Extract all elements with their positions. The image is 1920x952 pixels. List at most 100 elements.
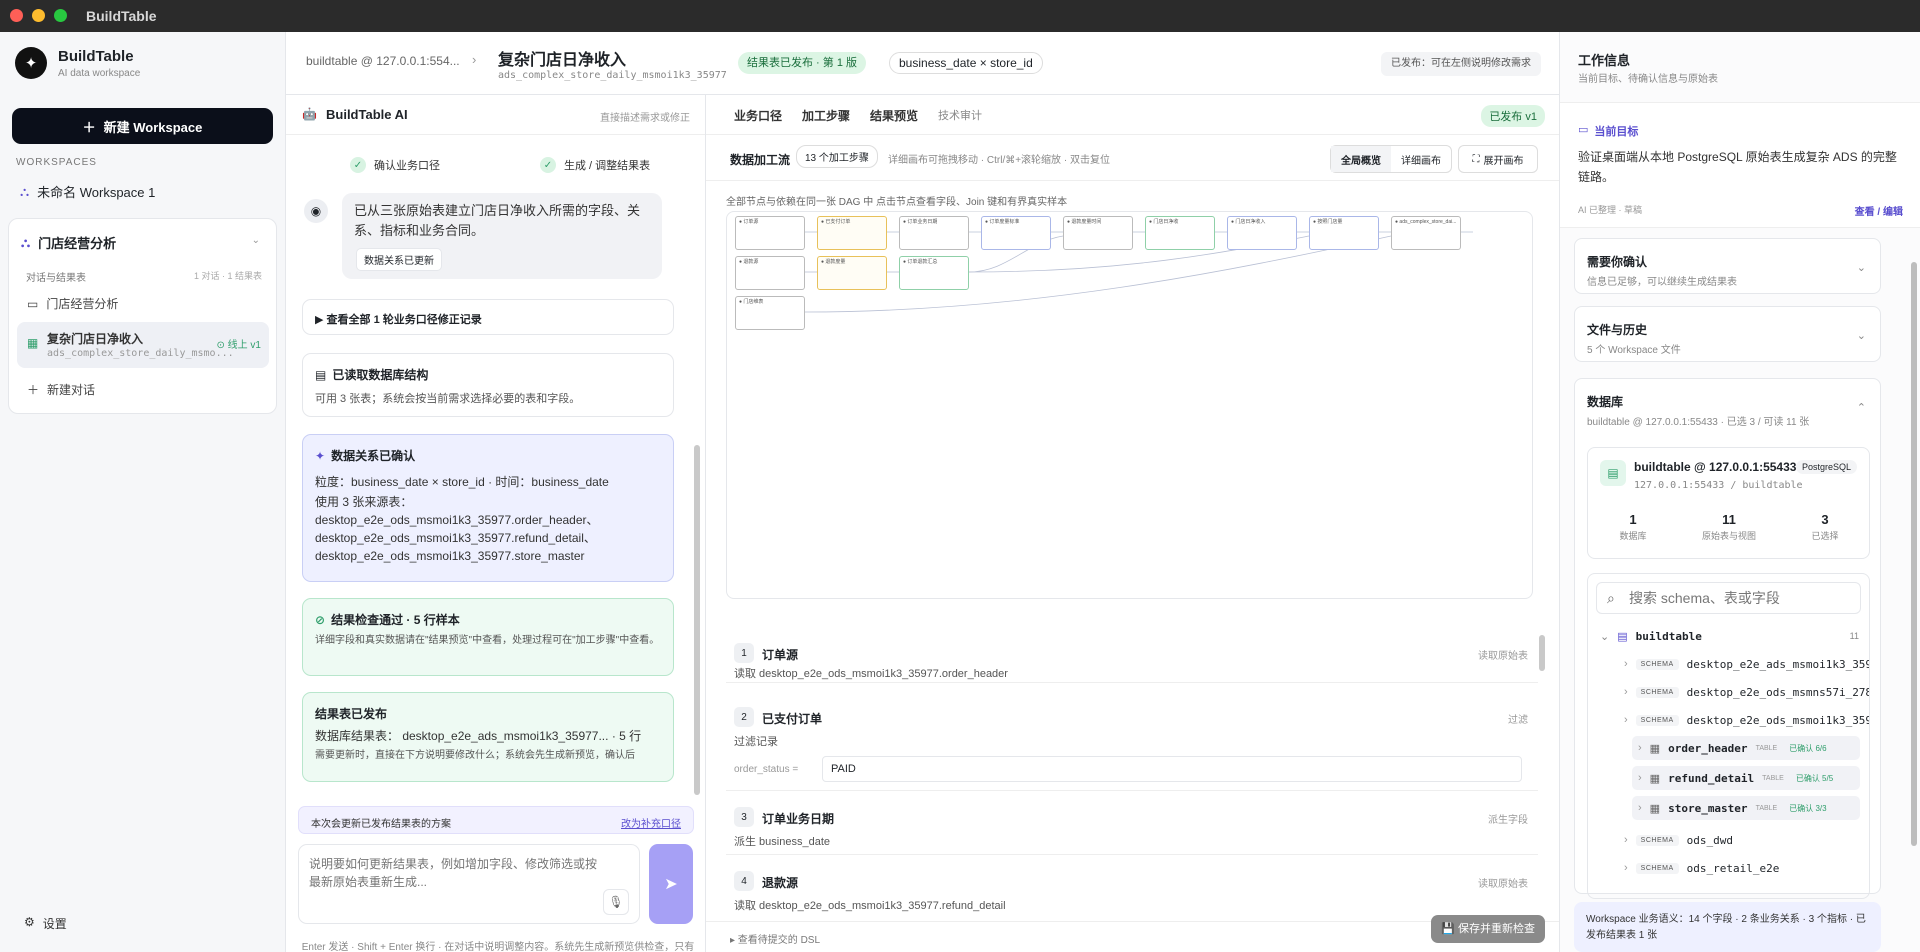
goal-status: AI 已整理 · 草稿 — [1578, 205, 1643, 215]
flow-title: 数据加工流 — [730, 153, 791, 167]
goal-section: ▭ 当前目标 验证桌面端从本地 PostgreSQL 原始表生成复杂 ADS 的完… — [1560, 102, 1920, 228]
step-row[interactable]: 1 订单源 读取原始表 读取 desktop_e2e_ods_msmoi1k3_… — [726, 635, 1538, 683]
chat-input[interactable] — [309, 855, 599, 895]
close-window-button[interactable] — [10, 9, 23, 22]
workspace-card-active: ⛬ 门店经营分析 ⌄ 对话与结果表 1 对话 · 1 结果表 ▭ 门店经营分析 ▦ … — [8, 218, 277, 414]
tab-preview[interactable]: 结果预览 — [870, 107, 918, 124]
brand-logo-icon: ✦ — [15, 47, 47, 79]
accordion-confirm[interactable]: 需要你确认 信息已足够，可以继续生成结果表 ⌄ — [1574, 238, 1881, 294]
tree-table[interactable]: › ▦ store_master TABLE 已确认 3/3 — [1632, 796, 1860, 820]
workspace-item-active[interactable]: ⛬ 门店经营分析 — [21, 233, 116, 252]
publish-notice: 已发布：可在左侧说明修改需求 — [1381, 52, 1541, 76]
step-row[interactable]: 2 已支付订单 过滤 过滤记录 order_status = PAID — [726, 699, 1538, 791]
workspace-icon: ⛬ — [20, 183, 30, 199]
flow-desc: 详细画布可拖拽移动 · Ctrl/⌘+滚轮缩放 · 双击复位 — [888, 155, 1110, 166]
dag-node[interactable]: ● 门店日净收入 — [1227, 216, 1297, 250]
edit-goal-link[interactable]: 查看 / 编辑 — [1855, 203, 1903, 218]
dag-node[interactable]: ● 按照门店量 — [1309, 216, 1379, 250]
tab-steps[interactable]: 加工步骤 — [802, 107, 850, 124]
chat-scrollbar[interactable] — [694, 445, 700, 795]
table-icon: ▦ — [27, 336, 39, 350]
info-subtitle: 当前目标、待确认信息与原始表 — [1578, 74, 1718, 85]
step-row[interactable]: 4 退款源 读取原始表 读取 desktop_e2e_ods_msmoi1k3_… — [726, 863, 1538, 919]
steps-scrollbar[interactable] — [1539, 635, 1545, 671]
dag-node[interactable]: ● 退款度量时间 — [1063, 216, 1133, 250]
view-toggle: 全局概览 详细画布 — [1330, 145, 1452, 173]
minimize-window-button[interactable] — [32, 9, 45, 22]
step-generate: ✓ 生成 / 调整结果表 — [540, 157, 650, 173]
result-table-name: 复杂门店日净收入 — [47, 332, 144, 346]
microphone-icon[interactable]: 🎙 — [603, 889, 629, 915]
dag-node[interactable]: ● 已支付订单 — [817, 216, 887, 250]
page-title: 复杂门店日净收入 — [498, 52, 627, 69]
expand-canvas-button[interactable]: ⛶ 展开画布 — [1458, 145, 1538, 173]
switch-mode-link[interactable]: 改为补充口径 — [621, 815, 681, 830]
tab-bar: 业务口径 加工步骤 结果预览 技术审计 已发布 v1 — [706, 95, 1559, 135]
schema-search-input[interactable]: ⌕ 搜索 schema、表或字段 — [1596, 582, 1861, 614]
dag-node[interactable]: ● 门店维表 — [735, 296, 805, 330]
filter-value-field[interactable]: PAID — [822, 756, 1522, 782]
flow-header: 数据加工流 13 个加工步骤 详细画布可拖拽移动 · Ctrl/⌘+滚轮缩放 ·… — [706, 135, 1559, 181]
new-conversation-button[interactable]: ＋新建对话 — [27, 381, 95, 398]
page-header: buildtable @ 127.0.0.1:554... › 复杂门店日净收入… — [286, 32, 1559, 95]
dag-node[interactable]: ● 订单退款汇总 — [899, 256, 969, 290]
online-badge: ⊙ 线上 v1 — [216, 340, 261, 351]
chevron-down-icon: ⌄ — [1856, 262, 1866, 274]
database-icon: ▤ — [1600, 460, 1626, 486]
chat-panel: 🤖 BuildTable AI 直接描述需求或修正 ✓ 确认业务口径 ✓ 生成 / … — [286, 95, 706, 952]
tree-table[interactable]: › ▦ order_header TABLE 已确认 6/6 — [1632, 736, 1860, 760]
brand-name: BuildTable — [58, 48, 134, 65]
dag-node[interactable]: ● 门店日净收 — [1145, 216, 1215, 250]
tree-schema[interactable]: ›SCHEMAdesktop_e2e_ods_msmoi1k3_359... — [1588, 708, 1869, 732]
tab-audit[interactable]: 技术审计 — [938, 107, 982, 123]
workspace-item-unnamed[interactable]: ⛬ 未命名 Workspace 1 — [20, 182, 155, 201]
database-icon: ▤ — [315, 367, 327, 382]
dag-node[interactable]: ● ads_complex_store_dai... — [1391, 216, 1461, 250]
tab-business[interactable]: 业务口径 — [734, 107, 782, 124]
expand-icon: ⛶ — [1472, 153, 1480, 165]
info-panel: 工作信息 当前目标、待确认信息与原始表 ▭ 当前目标 验证桌面端从本地 Postg… — [1559, 32, 1920, 952]
send-icon: ➤ — [664, 876, 678, 893]
chat-icon: ▭ — [1578, 124, 1589, 136]
database-icon: ▤ — [1617, 630, 1628, 643]
step-row[interactable]: 3 订单业务日期 派生字段 派生 business_date — [726, 799, 1538, 855]
tree-schema[interactable]: ›SCHEMAdesktop_e2e_ads_msmoi1k3_359... — [1588, 652, 1869, 676]
chevron-up-icon[interactable]: ⌃ — [1857, 401, 1866, 414]
chevron-down-icon[interactable]: ⌄ — [252, 235, 260, 246]
status-badge: 结果表已发布 · 第 1 版 — [738, 52, 867, 74]
tree-schema[interactable]: › SCHEMA ods_dwd — [1588, 828, 1869, 852]
tree-schema[interactable]: › SCHEMA ods_retail_e2e — [1588, 856, 1869, 880]
main-footer: ▸ 查看待提交的 DSL 💾 保存并重新检查 — [706, 915, 1559, 952]
overview-button[interactable]: 全局概览 — [1331, 146, 1391, 172]
relation-card: ✦ 数据关系已确认 粒度：business_date × store_id · 时… — [302, 434, 674, 582]
breadcrumb-database[interactable]: buildtable @ 127.0.0.1:554... — [306, 54, 460, 68]
tree-schema[interactable]: ›SCHEMAdesktop_e2e_ods_msmns57i_278... — [1588, 680, 1869, 704]
new-workspace-button[interactable]: ＋新建 Workspace — [12, 108, 273, 144]
dag-node[interactable]: ● 订单业务日期 — [899, 216, 969, 250]
tree-table[interactable]: › ▦ refund_detail TABLE 已确认 5/5 — [1632, 766, 1860, 790]
input-hint: Enter 发送 · Shift + Enter 换行 · 在对话中说明调整内容… — [301, 942, 695, 952]
settings-button[interactable]: ⚙ 设置 — [24, 915, 67, 932]
workspaces-header: WORKSPACES — [16, 157, 97, 168]
view-dsl-toggle[interactable]: ▸ 查看待提交的 DSL — [730, 931, 820, 946]
panel-scrollbar[interactable] — [1911, 262, 1917, 846]
dag-canvas[interactable]: ● 订单源 ● 已支付订单 ● 订单业务日期 ● 订单度量标准 ● 退款度量时间 ● 门店… — [726, 211, 1533, 599]
accordion-files[interactable]: 文件与历史 5 个 Workspace 文件 ⌄ — [1574, 306, 1881, 362]
history-toggle[interactable]: ▶ 查看全部 1 轮业务口径修正记录 — [302, 299, 674, 335]
send-button[interactable]: ➤ — [649, 844, 693, 924]
tree-root[interactable]: ⌄ ▤ buildtable 11 — [1588, 624, 1869, 648]
conversation-item[interactable]: ▭ 门店经营分析 — [27, 295, 118, 312]
detail-canvas-button[interactable]: 详细画布 — [1391, 146, 1451, 172]
dag-node[interactable]: ● 订单度量标准 — [981, 216, 1051, 250]
gear-icon: ⚙ — [24, 915, 35, 929]
maximize-window-button[interactable] — [54, 9, 67, 22]
dag-node[interactable]: ● 退款源 — [735, 256, 805, 290]
dag-node[interactable]: ● 退款度量 — [817, 256, 887, 290]
chat-title: BuildTable AI — [326, 107, 408, 122]
result-table-item[interactable]: ▦ 复杂门店日净收入 ads_complex_store_daily_msmo.… — [17, 322, 269, 368]
dag-node[interactable]: ● 订单源 — [735, 216, 805, 250]
save-recheck-button[interactable]: 💾 保存并重新检查 — [1431, 915, 1545, 943]
schema-read-card: ▤ 已读取数据库结构 可用 3 张表；系统会按当前需求选择必要的表和字段。 — [302, 353, 674, 417]
chat-header: 🤖 BuildTable AI 直接描述需求或修正 — [286, 95, 705, 135]
goal-text: 验证桌面端从本地 PostgreSQL 原始表生成复杂 ADS 的完整链路。 — [1578, 150, 1897, 184]
